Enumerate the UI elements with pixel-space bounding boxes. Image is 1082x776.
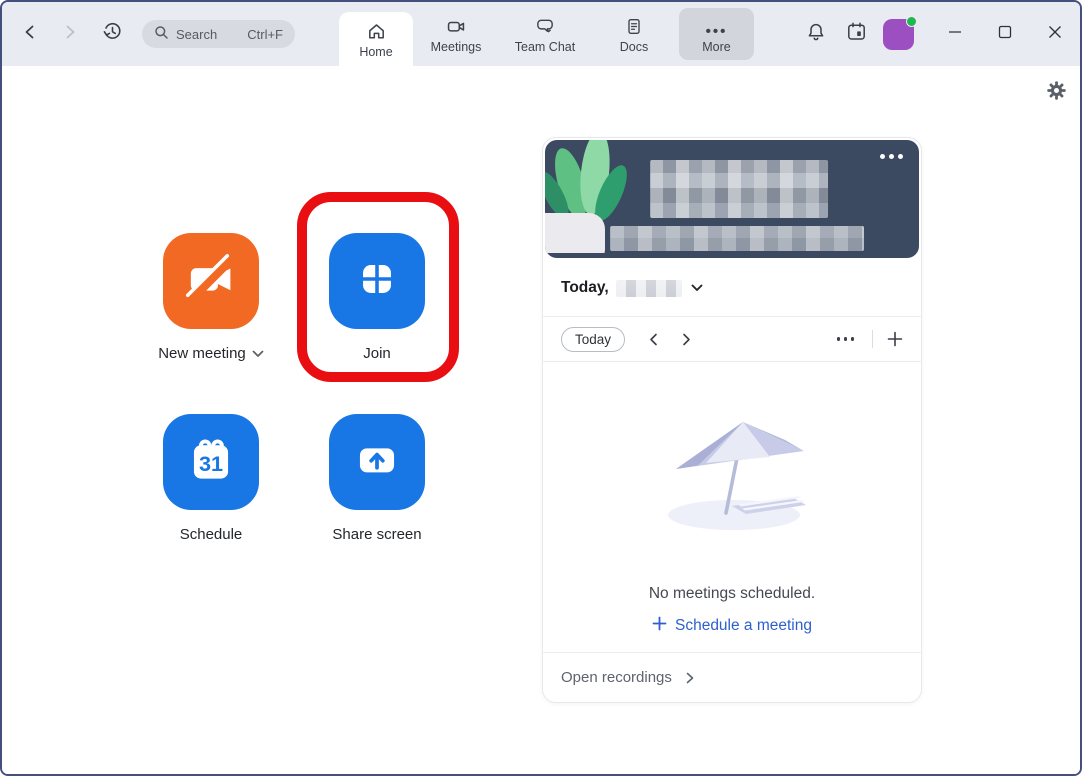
search-icon [154, 25, 169, 43]
today-button[interactable]: Today [561, 326, 626, 352]
search-shortcut: Ctrl+F [247, 26, 283, 42]
home-content: New meeting Join 31 Schedule Share scree… [2, 66, 1080, 774]
banner-menu-button[interactable] [880, 154, 903, 159]
tab-home[interactable]: Home [339, 12, 413, 66]
schedule-calendar-icon: 31 [180, 429, 242, 496]
join-plus-icon [346, 248, 408, 315]
maximize-icon [998, 25, 1012, 44]
umbrella-illustration [648, 412, 816, 543]
gear-icon [1046, 80, 1067, 106]
prev-day-button[interactable] [649, 333, 658, 346]
share-screen-label[interactable]: Share screen [297, 526, 457, 543]
video-off-icon [180, 248, 242, 315]
notifications-button[interactable] [801, 19, 831, 49]
new-meeting-label[interactable]: New meeting [131, 345, 291, 362]
history-button[interactable] [98, 20, 126, 48]
zoom-app-window: Search Ctrl+F Home Meetings Team Chat Do… [0, 0, 1082, 776]
minimize-icon [948, 25, 962, 44]
next-day-button[interactable] [682, 333, 691, 346]
tab-docs[interactable]: Docs [601, 2, 667, 66]
empty-message: No meetings scheduled. [648, 585, 816, 602]
forward-button[interactable] [56, 20, 84, 48]
tab-label: Home [359, 44, 393, 59]
share-screen-button[interactable] [329, 414, 425, 510]
maximize-button[interactable] [988, 17, 1022, 51]
schedule-label[interactable]: Schedule [131, 526, 291, 543]
add-meeting-button[interactable] [887, 331, 903, 347]
calendar-toolbar: Today [543, 317, 921, 361]
home-icon [366, 20, 387, 42]
minimize-button[interactable] [938, 17, 972, 51]
history-icon [101, 20, 124, 48]
share-screen-icon [346, 429, 408, 496]
calendar-button[interactable] [841, 19, 871, 49]
schedule-button[interactable]: 31 [163, 414, 259, 510]
chevron-right-icon [63, 24, 77, 45]
schedule-meeting-link[interactable]: Schedule a meeting [652, 616, 812, 636]
search-input[interactable]: Search Ctrl+F [142, 20, 295, 48]
plus-icon [652, 616, 667, 636]
svg-text:31: 31 [199, 450, 223, 475]
profile-avatar[interactable] [883, 15, 917, 50]
new-meeting-action: New meeting [131, 233, 291, 362]
document-icon [624, 15, 644, 37]
chevron-down-icon [691, 279, 703, 297]
schedule-action: 31 Schedule [131, 414, 291, 543]
tab-more[interactable]: ••• More [679, 8, 754, 60]
chat-bubbles-icon [534, 15, 556, 37]
video-camera-icon [445, 15, 467, 37]
ellipsis-icon: ••• [705, 22, 728, 40]
tab-label: More [702, 39, 731, 54]
chevron-left-icon [23, 24, 37, 45]
search-placeholder: Search [176, 26, 218, 42]
tab-label: Meetings [430, 39, 482, 54]
open-recordings-link[interactable]: Open recordings [543, 652, 921, 702]
blurred-date [610, 226, 865, 251]
join-action: Join [297, 233, 457, 362]
blurred-time [650, 160, 829, 218]
chevron-right-icon [686, 672, 694, 684]
titlebar-right [801, 15, 1080, 51]
blurred-date-chip [615, 279, 682, 297]
chevron-down-icon [252, 345, 264, 362]
join-label[interactable]: Join [297, 345, 457, 362]
tab-bar: Home Meetings Team Chat Docs ••• More [339, 2, 754, 66]
divider [872, 330, 873, 348]
join-button[interactable] [329, 233, 425, 329]
more-options-button[interactable] [833, 333, 859, 345]
tab-team-chat[interactable]: Team Chat [499, 2, 591, 66]
tab-label: Team Chat [514, 39, 576, 54]
bell-icon [805, 21, 827, 48]
back-button[interactable] [16, 20, 44, 48]
empty-state: No meetings scheduled. Schedule a meetin… [543, 362, 921, 652]
presence-dot [906, 15, 917, 27]
date-prefix: Today, [561, 279, 609, 296]
banner-card [545, 140, 919, 258]
calendar-icon [845, 20, 868, 48]
share-screen-action: Share screen [297, 414, 457, 543]
tab-label: Docs [619, 39, 649, 54]
settings-button[interactable] [1043, 80, 1069, 106]
close-icon [1048, 25, 1062, 44]
close-button[interactable] [1038, 17, 1072, 51]
new-meeting-button[interactable] [163, 233, 259, 329]
date-selector[interactable]: Today, [543, 260, 921, 316]
tab-meetings[interactable]: Meetings [413, 2, 499, 66]
titlebar: Search Ctrl+F Home Meetings Team Chat Do… [2, 2, 1080, 66]
meetings-panel: Today, Today No meetings scheduled. Sche… [542, 137, 922, 703]
